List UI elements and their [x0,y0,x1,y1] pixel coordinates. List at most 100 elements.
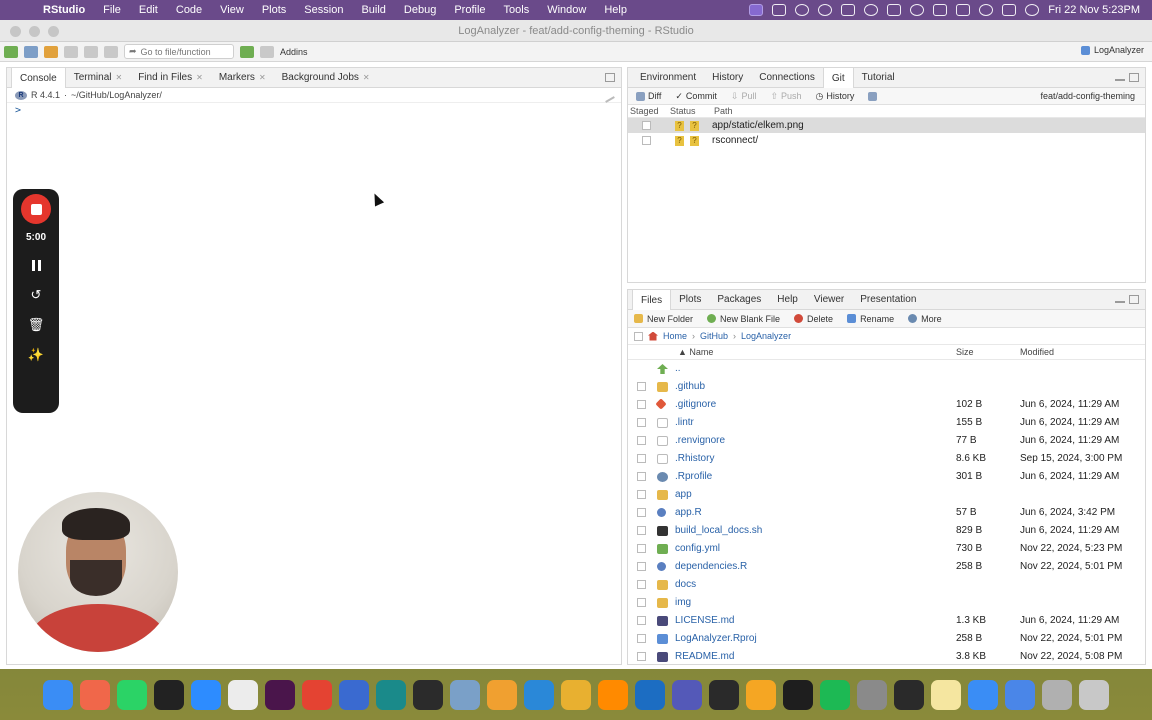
dock-spotify-icon[interactable] [820,680,850,710]
menu-profile[interactable]: Profile [445,4,494,16]
dock-launchpad-icon[interactable] [80,680,110,710]
dock-todoist-icon[interactable] [302,680,332,710]
menu-view[interactable]: View [211,4,253,16]
dock-terminal-icon[interactable] [709,680,739,710]
file-name[interactable]: app [675,489,692,500]
extension-icon[interactable] [772,4,787,16]
tab-tutorial[interactable]: Tutorial [854,68,903,87]
save-all-icon[interactable] [84,45,98,58]
file-checkbox[interactable] [637,454,646,463]
pane-layout-icon[interactable] [260,45,274,58]
new-project-icon[interactable] [24,45,38,58]
git-settings-button[interactable] [868,91,878,101]
tab-connections[interactable]: Connections [751,68,823,87]
close-tab-icon[interactable]: ✕ [196,73,203,82]
stop-recording-button[interactable] [21,194,51,224]
battery-icon[interactable] [956,4,971,16]
dock-chrome-2-icon[interactable] [1005,680,1035,710]
file-row[interactable]: LogAnalyzer.Rproj 258 B Nov 22, 2024, 5:01… [628,630,1145,648]
screen-recorder-icon[interactable] [749,4,764,16]
col-size[interactable]: Size [956,347,974,357]
file-name[interactable]: app.R [675,507,702,518]
git-row[interactable]: ? ? rsconnect/ [628,133,1145,148]
print-icon[interactable] [104,45,118,58]
tab-find-in-files[interactable]: Find in Files ✕ [130,68,211,87]
audio-icon[interactable] [887,4,902,16]
menu-file[interactable]: File [94,4,130,16]
restart-recording-button[interactable]: ↺ [28,287,44,303]
delete-button[interactable]: Delete [794,314,833,324]
file-checkbox[interactable] [637,580,646,589]
menu-plots[interactable]: Plots [253,4,295,16]
file-row[interactable]: .renvignore 77 B Jun 6, 2024, 11:29 AM [628,432,1145,450]
file-row[interactable]: docs [628,576,1145,594]
new-file-icon[interactable] [4,45,18,58]
file-name[interactable]: .gitignore [675,399,716,410]
file-name[interactable]: .Rprofile [675,471,712,482]
working-directory[interactable]: ~/GitHub/LogAnalyzer/ [71,90,162,100]
more-button[interactable]: More [908,314,942,324]
file-checkbox[interactable] [637,490,646,499]
file-row[interactable]: app.R 57 B Jun 6, 2024, 3:42 PM [628,504,1145,522]
breadcrumb-loganalyzer[interactable]: LogAnalyzer [741,331,791,341]
breadcrumb-github[interactable]: GitHub [700,331,728,341]
breadcrumb-home[interactable]: Home [663,331,687,341]
col-path[interactable]: Path [712,106,733,116]
dock-trash-icon[interactable] [1079,680,1109,710]
menu-debug[interactable]: Debug [395,4,445,16]
addins-menu[interactable]: Addins [280,47,308,57]
file-row[interactable]: .Rhistory 8.6 KB Sep 15, 2024, 3:00 PM [628,450,1145,468]
dock-whatsapp-icon[interactable] [117,680,147,710]
dock-script-editor-icon[interactable] [1042,680,1072,710]
file-checkbox[interactable] [637,418,646,427]
tab-history[interactable]: History [704,68,751,87]
file-name[interactable]: img [675,597,691,608]
minimize-window-icon[interactable] [29,26,40,37]
dock-sublime-text-icon[interactable] [598,680,628,710]
dock-tableplus-icon[interactable] [746,680,776,710]
menu-window[interactable]: Window [538,4,595,16]
open-file-icon[interactable] [44,45,58,58]
git-row[interactable]: ? ? app/static/elkem.png [628,118,1145,133]
dock-slack-icon[interactable] [265,680,295,710]
maximize-pane-icon[interactable] [1129,73,1139,82]
dock-rstudio-icon[interactable] [450,680,480,710]
file-checkbox[interactable] [637,472,646,481]
close-tab-icon[interactable]: ✕ [116,73,123,82]
file-row[interactable]: config.yml 730 B Nov 22, 2024, 5:23 PM [628,540,1145,558]
menu-session[interactable]: Session [295,4,352,16]
project-menu[interactable]: LogAnalyzer [1080,45,1144,55]
push-button[interactable]: ⇧ Push [770,91,801,102]
file-name[interactable]: docs [675,579,696,590]
file-row[interactable]: LICENSE.md 1.3 KB Jun 6, 2024, 11:29 AM [628,612,1145,630]
dock-zoom-icon[interactable] [191,680,221,710]
tab-viewer[interactable]: Viewer [806,290,852,309]
wifi-icon[interactable] [979,4,994,16]
pull-button[interactable]: ⇩ Pull [731,91,757,102]
pause-recording-button[interactable] [28,257,44,273]
control-center-icon[interactable] [1002,4,1017,16]
tab-git[interactable]: Git [822,68,854,88]
dock-system-settings-icon[interactable] [857,680,887,710]
delete-recording-button[interactable]: 🗑 [28,317,45,333]
display-icon[interactable] [933,4,948,16]
dock-remarkable-icon[interactable] [154,680,184,710]
maximize-pane-icon[interactable] [605,73,615,82]
file-row[interactable]: .gitignore 102 B Jun 6, 2024, 11:29 AM [628,396,1145,414]
menu-edit[interactable]: Edit [130,4,167,16]
close-tab-icon[interactable]: ✕ [259,73,266,82]
tab-files[interactable]: Files [632,290,672,310]
branch-selector[interactable]: feat/add-config-theming [1040,91,1135,101]
dock-sublime-icon[interactable] [413,680,443,710]
dock-figma-icon[interactable] [783,680,813,710]
rename-button[interactable]: Rename [847,314,894,324]
file-row[interactable]: .lintr 155 B Jun 6, 2024, 11:29 AM [628,414,1145,432]
select-all-checkbox[interactable] [634,331,643,341]
camera-icon[interactable] [795,4,810,16]
file-name[interactable]: .renvignore [675,435,725,446]
dock-screenshot-icon[interactable] [376,680,406,710]
minimize-pane-icon[interactable] [1115,299,1125,303]
tab-background-jobs[interactable]: Background Jobs ✕ [274,68,378,87]
file-row[interactable]: dependencies.R 258 B Nov 22, 2024, 5:01 PM [628,558,1145,576]
new-folder-button[interactable]: New Folder [634,314,693,324]
